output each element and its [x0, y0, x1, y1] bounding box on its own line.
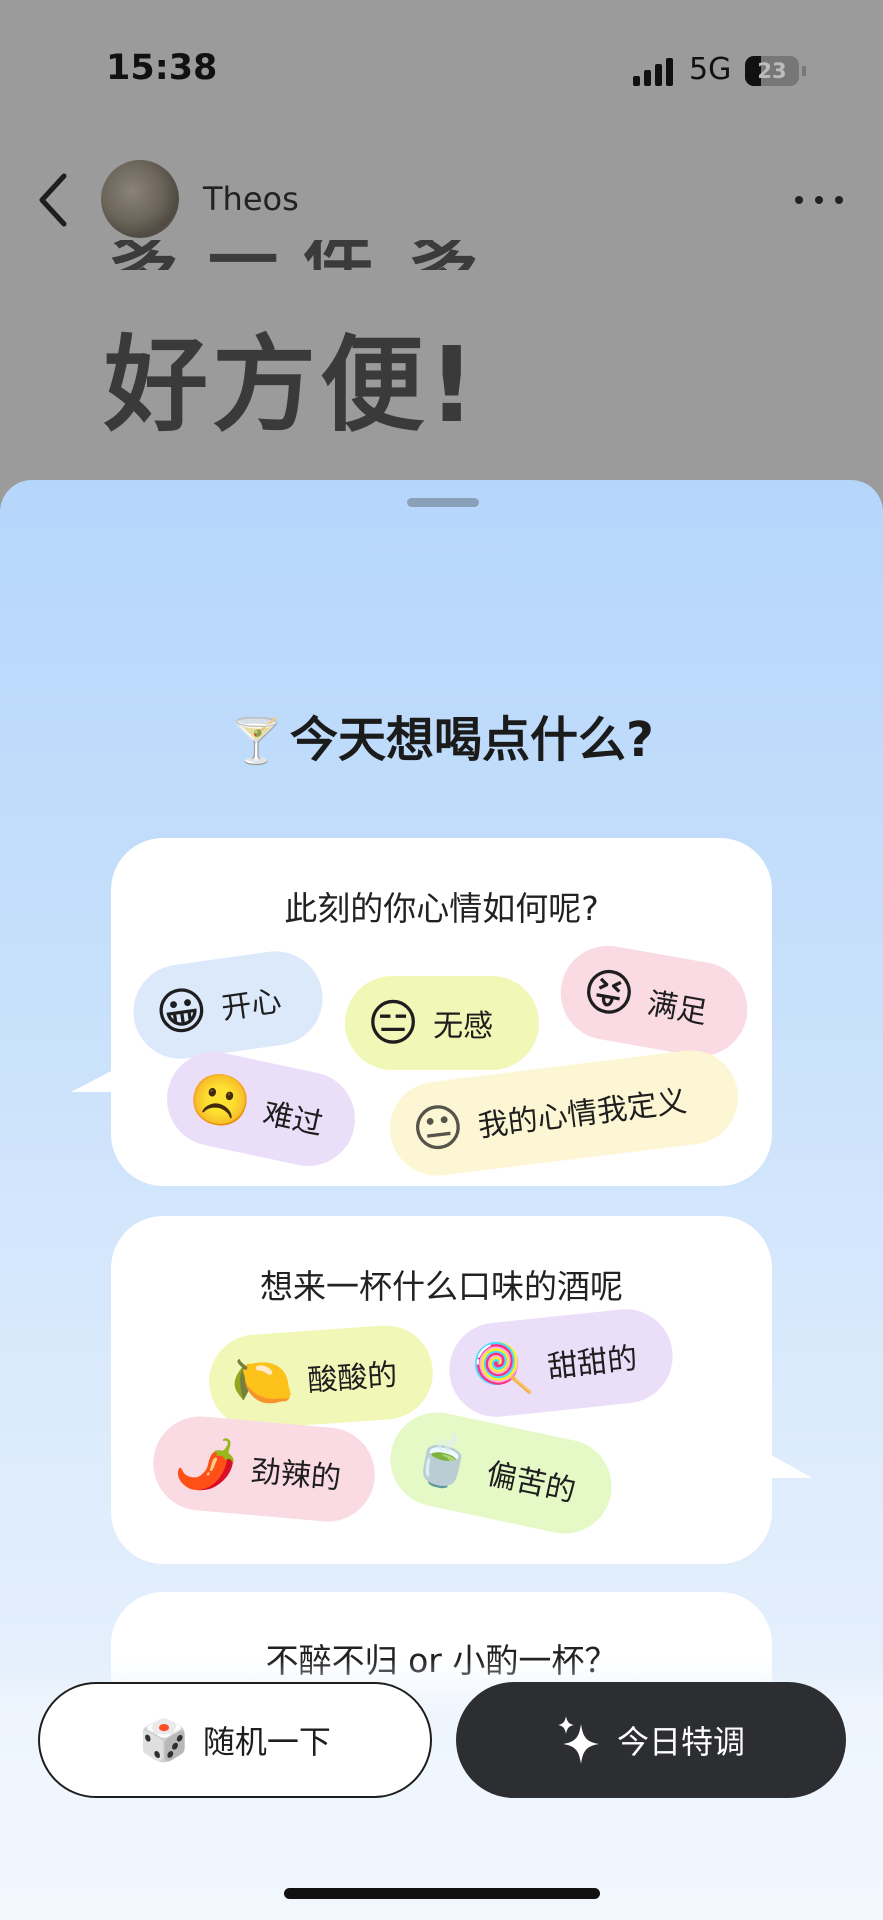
chili-pepper-icon: 🌶️: [172, 1432, 240, 1496]
sheet-title-text: 今天想喝点什么?: [289, 712, 654, 768]
frowning-face-icon: ☹️: [183, 1065, 257, 1136]
mood-question: 此刻的你心情如何呢?: [284, 889, 599, 928]
flavor-chip-sweet[interactable]: 🍭 甜甜的: [444, 1304, 678, 1422]
battery-level: 23: [757, 59, 787, 83]
today-special-button[interactable]: 今日特调: [456, 1682, 846, 1798]
random-button-label: 随机一下: [202, 1723, 331, 1761]
sheet-title: 🍸 今天想喝点什么?: [0, 700, 883, 770]
sheet-grabber[interactable]: [407, 498, 479, 507]
flavor-chip-bitter[interactable]: 🍵 偏苦的: [381, 1403, 621, 1543]
partial-glyph: 多: [108, 240, 178, 270]
chip-label: 甜甜的: [545, 1341, 640, 1386]
partial-glyph: 件: [303, 240, 373, 270]
partial-headline-line: 多 一 件 多: [108, 240, 508, 270]
mood-chip-sad[interactable]: ☹️ 难过: [158, 1043, 364, 1175]
mood-chip-neutral[interactable]: 😑 无感: [345, 976, 539, 1070]
dice-icon: 🎲: [139, 1717, 189, 1764]
mood-chip-happy[interactable]: 😀 开心: [127, 945, 329, 1065]
chip-label: 劲辣的: [249, 1453, 343, 1497]
flavor-chip-spicy[interactable]: 🌶️ 劲辣的: [149, 1412, 379, 1526]
home-indicator: [284, 1888, 600, 1899]
background-page: 15:38 5G 23 Theos 多 一 件 多 好方便!: [0, 0, 883, 520]
chip-label: 酸酸的: [306, 1357, 399, 1399]
expressionless-face-icon: 😑: [367, 994, 420, 1052]
flavor-card: 想来一杯什么口味的酒呢 🍋 酸酸的 🍭 甜甜的 🌶️ 劲辣的 🍵 偏苦的: [111, 1216, 812, 1564]
avatar[interactable]: [101, 160, 179, 238]
chip-label: 开心: [219, 983, 284, 1027]
partial-glyph: 多: [408, 240, 478, 270]
partial-glyph: 一: [208, 240, 278, 270]
tea-cup-icon: 🍵: [406, 1425, 480, 1496]
signal-icon: [633, 58, 677, 86]
flavor-question: 想来一杯什么口味的酒呢: [260, 1267, 623, 1306]
lemon-icon: 🍋: [229, 1350, 296, 1413]
today-special-label: 今日特调: [616, 1723, 745, 1761]
network-label: 5G: [689, 52, 732, 87]
bubble-tail: [71, 1068, 117, 1092]
bubble-tail: [766, 1452, 812, 1478]
background-headline: 好方便!: [104, 324, 480, 446]
status-time: 15:38: [106, 48, 218, 88]
cocktail-icon: 🍸: [229, 716, 284, 767]
grinning-face-icon: 😀: [151, 979, 212, 1044]
chip-label: 难过: [259, 1095, 326, 1143]
more-icon[interactable]: [795, 196, 843, 206]
dotted-face-icon: 😐: [408, 1096, 468, 1161]
lollipop-icon: 🍭: [468, 1337, 537, 1402]
username[interactable]: Theos: [203, 180, 299, 218]
mood-chip-satisfied[interactable]: 😝 满足: [553, 938, 755, 1064]
chip-label: 无感: [433, 1009, 494, 1044]
tongue-face-icon: 😝: [578, 959, 640, 1027]
chip-label: 偏苦的: [483, 1456, 579, 1510]
battery-icon: 23: [745, 56, 799, 86]
sparkle-icon: [557, 1716, 599, 1764]
battery-tip: [802, 66, 806, 76]
flavor-chip-sour[interactable]: 🍋 酸酸的: [205, 1322, 437, 1432]
back-chevron-icon[interactable]: [36, 170, 72, 230]
mood-card: 此刻的你心情如何呢? 😀 开心 😑 无感 😝 满足 ☹️ 难过 😐 我的心情我定…: [71, 838, 772, 1186]
chip-label: 我的心情我定义: [476, 1084, 689, 1145]
random-button[interactable]: 🎲 随机一下: [38, 1682, 432, 1798]
chip-label: 满足: [644, 986, 710, 1032]
